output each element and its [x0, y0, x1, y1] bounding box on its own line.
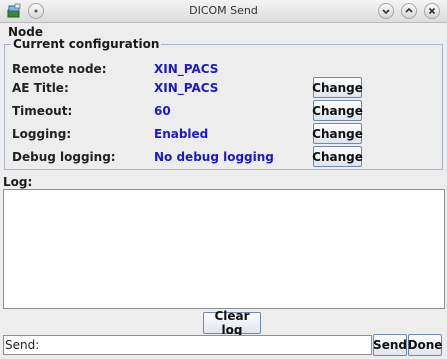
config-legend: Current configuration: [11, 37, 162, 51]
done-button[interactable]: Done: [408, 334, 442, 356]
log-label: Log:: [3, 175, 33, 189]
log-textarea[interactable]: [3, 189, 445, 309]
remote-node-label: Remote node:: [12, 62, 107, 76]
timeout-value: 60: [154, 104, 171, 118]
change-debug-logging-button[interactable]: Change: [312, 146, 363, 167]
debug-logging-label: Debug logging:: [12, 150, 116, 164]
ae-title-label: AE Title:: [12, 81, 69, 95]
maximize-icon[interactable]: [401, 3, 417, 19]
ae-title-value: XIN_PACS: [154, 81, 219, 95]
change-logging-button[interactable]: Change: [312, 123, 363, 144]
send-label: Send:: [5, 338, 40, 352]
clear-log-button[interactable]: Clear log: [203, 309, 261, 337]
logging-value: Enabled: [154, 127, 209, 141]
minimize-icon[interactable]: [378, 3, 394, 19]
send-button[interactable]: Send: [373, 334, 407, 356]
current-configuration-panel: Current configuration Remote node: XIN_P…: [4, 37, 443, 170]
send-input[interactable]: [3, 335, 372, 355]
title-bar: DICOM Send: [0, 0, 447, 23]
logging-label: Logging:: [12, 127, 72, 141]
change-timeout-button[interactable]: Change: [312, 100, 363, 121]
timeout-label: Timeout:: [12, 104, 73, 118]
remote-node-value: XIN_PACS: [154, 62, 219, 76]
change-ae-title-button[interactable]: Change: [312, 77, 363, 98]
debug-logging-value: No debug logging: [154, 150, 274, 164]
close-icon[interactable]: [424, 3, 440, 19]
